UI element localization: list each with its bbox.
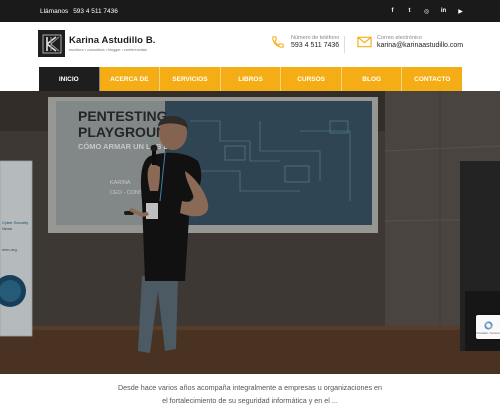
intro-section: Desde hace varios años acompaña integral… (0, 374, 500, 420)
nav-item-inicio[interactable]: INICIO (39, 67, 100, 91)
call-label: Llámanos (40, 7, 69, 15)
site-header: Karina Astudillo B. escritora • consulto… (0, 22, 500, 67)
header-divider (344, 36, 345, 53)
instagram-icon[interactable]: ◎ (423, 8, 430, 15)
phone-value[interactable]: 593 4 511 7436 (291, 42, 339, 49)
recaptcha-badge[interactable]: Privacidad - Términos (476, 315, 500, 339)
envelope-icon (356, 34, 372, 50)
site-logo[interactable]: Karina Astudillo B. escritora • consulto… (38, 30, 156, 57)
social-links: f t ◎ in ▶ (389, 8, 464, 15)
phone-label: Número de teléfono (291, 35, 340, 41)
logo-tagline: escritora • consultora • blogger • confe… (69, 48, 147, 52)
twitter-icon[interactable]: t (406, 8, 413, 15)
header-email-block: Correo electrónico karina@karinaastudill… (356, 34, 463, 50)
youtube-icon[interactable]: ▶ (457, 8, 464, 15)
email-value[interactable]: karina@karinaastudillo.com (377, 42, 463, 49)
linkedin-icon[interactable]: in (440, 8, 447, 15)
intro-line-2: el fortalecimiento de su seguridad infor… (162, 396, 338, 405)
main-nav: INICIO ACERCA DE SERVICIOS LIBROS CURSOS… (39, 67, 462, 91)
logo-mark-icon (38, 30, 65, 57)
nav-item-servicios[interactable]: SERVICIOS (160, 67, 221, 91)
nav-item-contacto[interactable]: CONTACTO (402, 67, 462, 91)
header-phone-block: Número de teléfono 593 4 511 7436 (270, 34, 339, 50)
topbar-phone[interactable]: 593 4 511 7436 (73, 8, 118, 15)
intro-line-1: Desde hace varios años acompaña integral… (117, 383, 383, 392)
nav-item-libros[interactable]: LIBROS (221, 67, 282, 91)
facebook-icon[interactable]: f (389, 8, 396, 15)
nav-item-cursos[interactable]: CURSOS (281, 67, 342, 91)
phone-icon (270, 34, 286, 50)
top-bar: Llámanos 593 4 511 7436 f t ◎ in ▶ (0, 0, 500, 22)
nav-item-blog[interactable]: BLOG (342, 67, 403, 91)
hero-photo: PENTESTING PLAYGROUND CÓMO ARMAR UN LAB … (0, 91, 500, 374)
nav-item-acerca-de[interactable]: ACERCA DE (100, 67, 161, 91)
recaptcha-label: Privacidad - Términos (476, 331, 500, 335)
email-label: Correo electrónico (377, 35, 422, 41)
hero-image: PENTESTING PLAYGROUND CÓMO ARMAR UN LAB … (0, 91, 500, 374)
recaptcha-icon (483, 320, 493, 330)
logo-name: Karina Astudillo B. (69, 35, 156, 46)
